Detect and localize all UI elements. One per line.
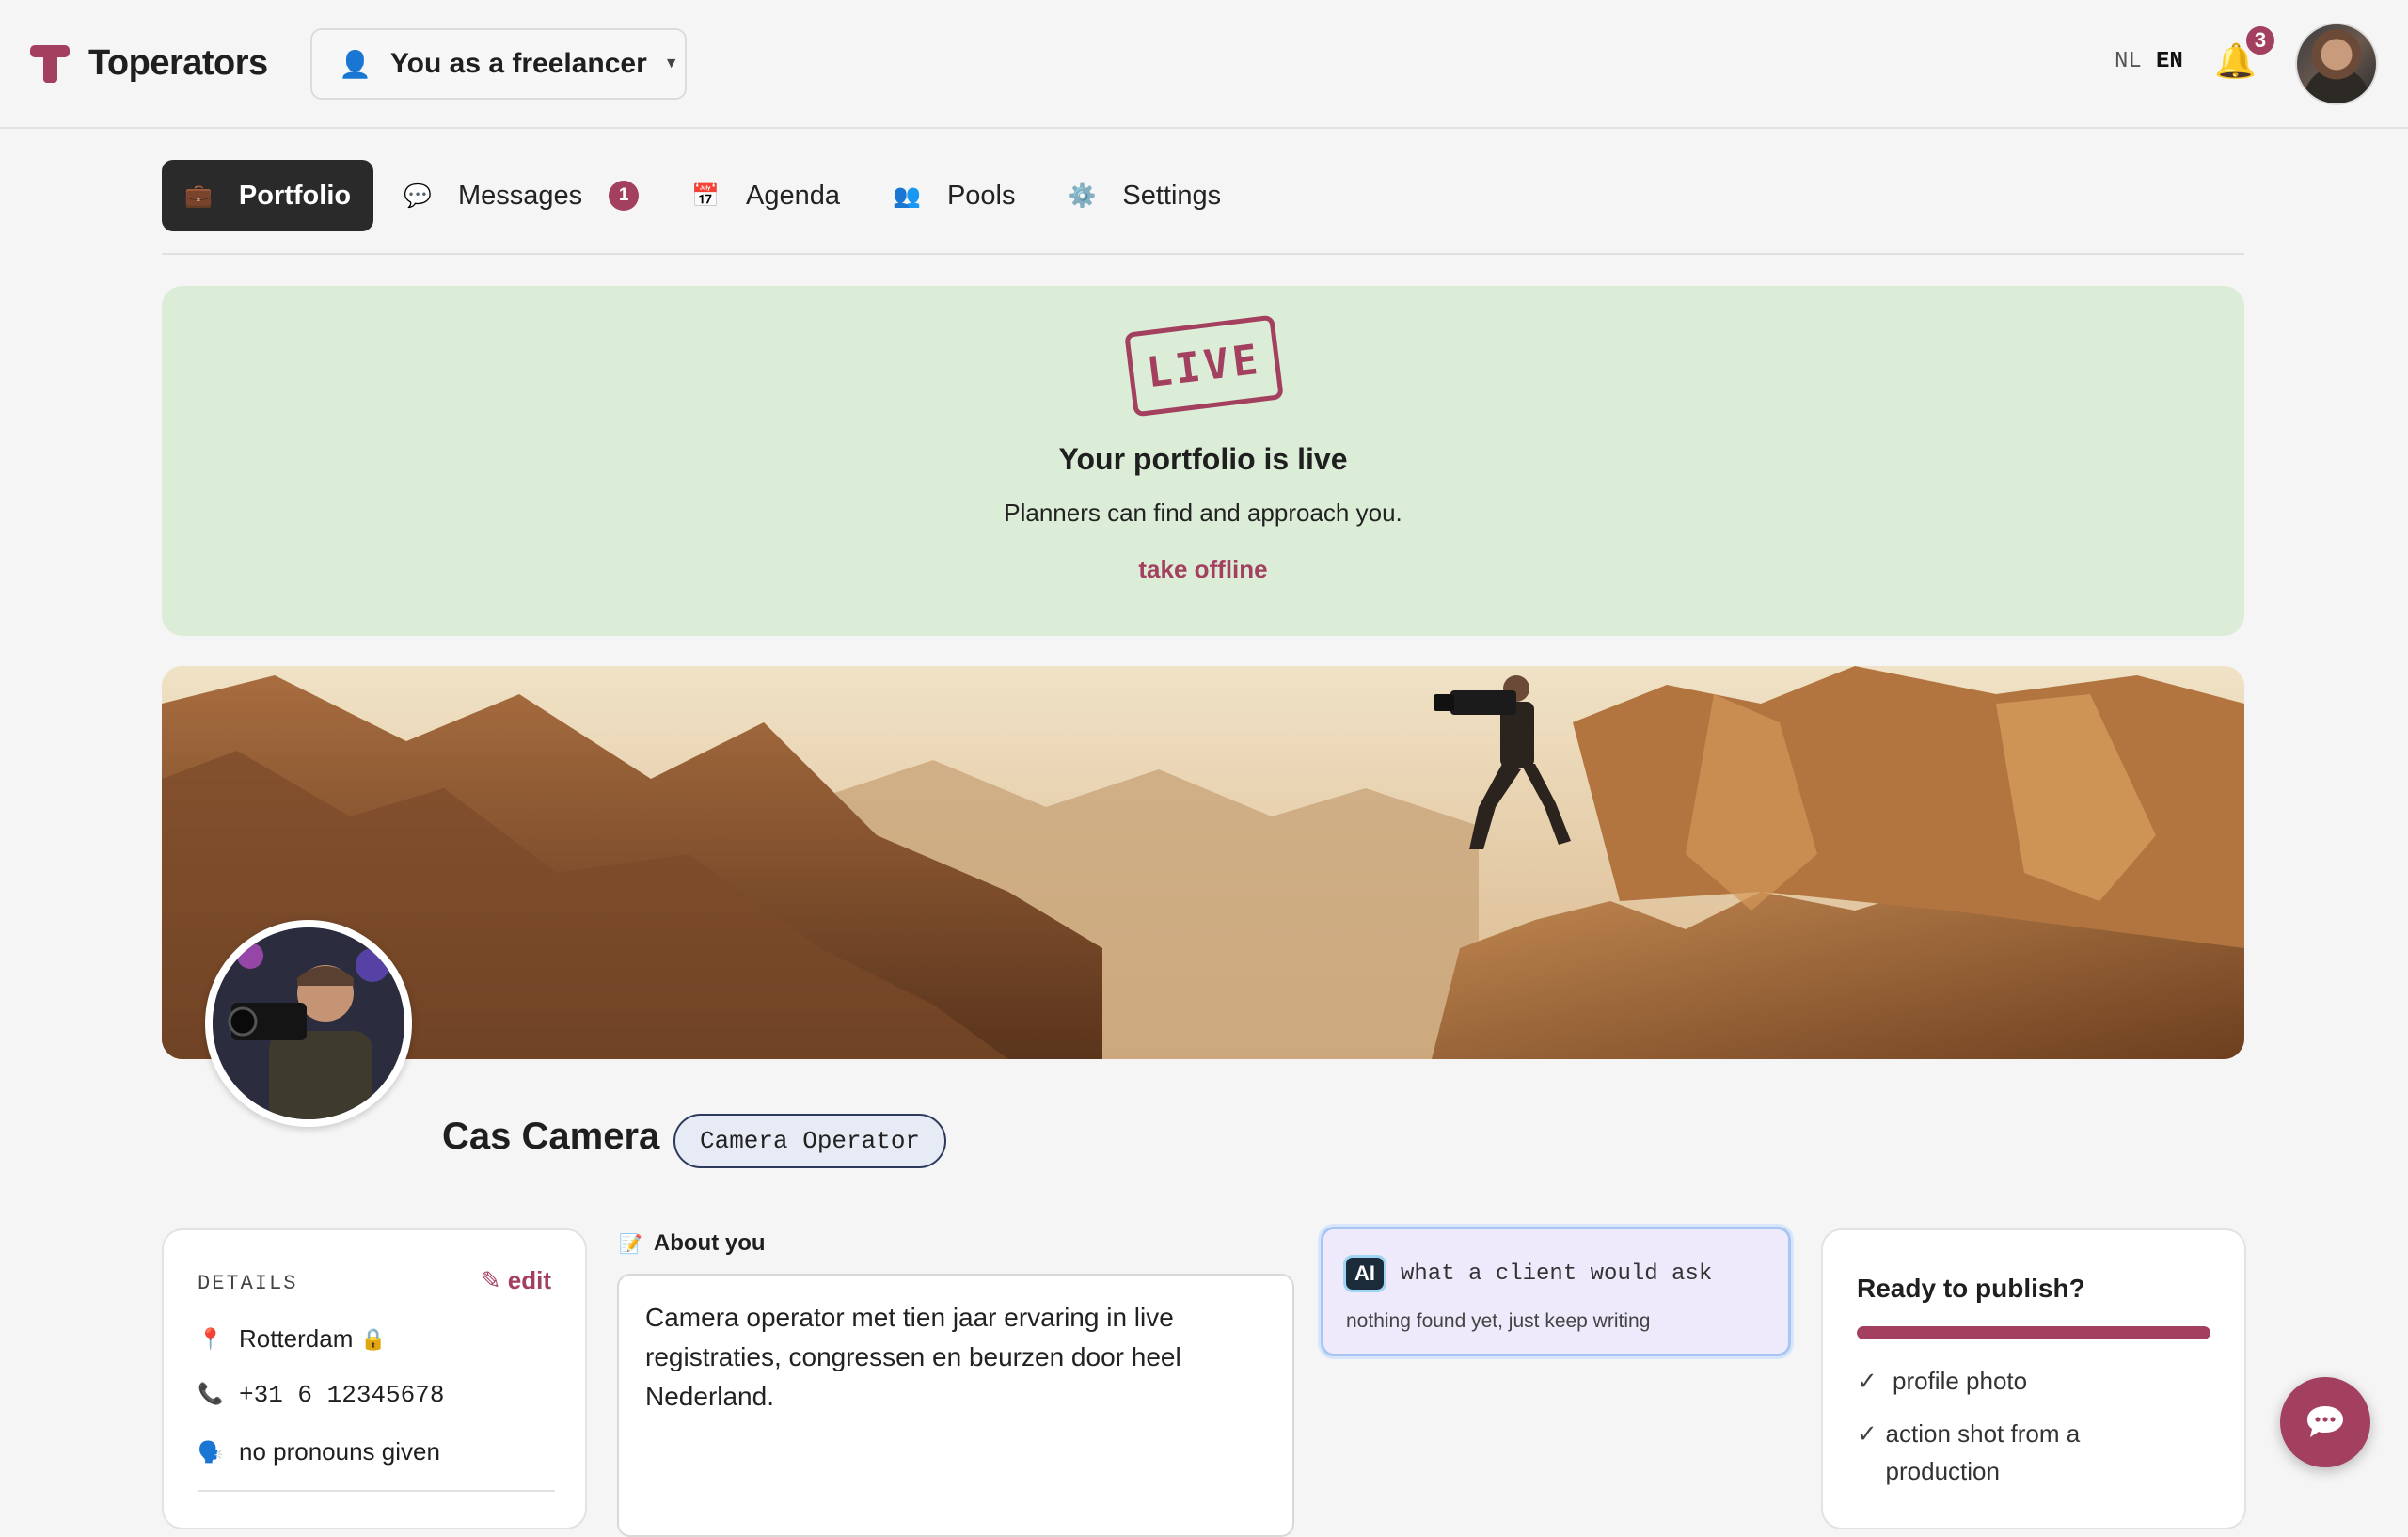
location-row: 📍 Rotterdam 🔒 — [198, 1324, 387, 1354]
profile-name: Cas Camera — [442, 1116, 660, 1157]
ai-subtitle: nothing found yet, just keep writing — [1346, 1310, 1651, 1332]
live-subtitle: Planners can find and approach you. — [1004, 499, 1402, 527]
logo[interactable]: Toperators — [30, 41, 268, 85]
live-stamp: LIVE — [1124, 314, 1284, 418]
phone-icon: 📞 — [198, 1384, 224, 1407]
publish-progress-bar — [1857, 1326, 2210, 1339]
top-bar: Toperators 👤 You as a freelancer ▼ NL EN… — [0, 0, 2408, 129]
app-name: Toperators — [88, 42, 268, 83]
tab-label: Settings — [1122, 180, 1222, 211]
details-card: DETAILS ✎ edit 📍 Rotterdam 🔒 📞 +31 6 123… — [162, 1228, 587, 1529]
role-badge[interactable]: Camera Operator — [673, 1114, 947, 1168]
tab-pools[interactable]: 👥 Pools — [870, 160, 1038, 231]
details-heading: DETAILS — [198, 1272, 298, 1295]
gear-icon: ⚙️ — [1068, 182, 1097, 209]
people-icon: 👥 — [893, 182, 921, 209]
publish-title: Ready to publish? — [1857, 1274, 2085, 1303]
chevron-down-icon: ▼ — [663, 55, 679, 71]
edit-details-button[interactable]: ✎ edit — [481, 1266, 551, 1295]
pronouns-row: 🗣️ no pronouns given — [198, 1437, 440, 1466]
tab-label: Messages — [457, 180, 583, 211]
ai-title: what a client would ask — [1401, 1261, 1713, 1287]
ai-suggestion-card[interactable]: AI what a client would ask nothing found… — [1321, 1227, 1791, 1356]
live-status-card: LIVE Your portfolio is live Planners can… — [162, 286, 2244, 636]
about-label: 📝 About you — [619, 1230, 766, 1257]
speech-bubble-icon: 💬 — [404, 182, 432, 209]
chat-icon — [2307, 1406, 2343, 1437]
chat-button[interactable] — [2280, 1377, 2370, 1467]
live-title: Your portfolio is live — [1058, 442, 1348, 476]
main-tabs: 💼 Portfolio 💬 Messages 1 📅 Agenda 👥 Pool… — [162, 160, 1251, 231]
speaking-head-icon: 🗣️ — [198, 1439, 224, 1464]
phone-value: +31 6 12345678 — [239, 1381, 445, 1409]
publish-progress-fill — [1857, 1326, 2210, 1339]
about-label-text: About you — [653, 1230, 766, 1256]
tab-settings[interactable]: ⚙️ Settings — [1045, 160, 1244, 231]
pin-icon: 📍 — [198, 1326, 224, 1351]
person-icon: 👤 — [339, 49, 372, 79]
tab-messages[interactable]: 💬 Messages 1 — [381, 160, 661, 231]
tab-agenda[interactable]: 📅 Agenda — [669, 160, 863, 231]
cover-illustration — [162, 666, 2244, 1059]
tab-label: Portfolio — [238, 180, 352, 211]
memo-icon: 📝 — [619, 1233, 642, 1255]
pronouns-value: no pronouns given — [239, 1437, 440, 1466]
messages-count-badge: 1 — [609, 181, 640, 211]
ai-icon: AI — [1346, 1258, 1384, 1290]
tab-label: Agenda — [746, 180, 841, 211]
notification-count-badge: 3 — [2244, 24, 2276, 56]
calendar-icon: 📅 — [691, 182, 721, 209]
logo-mark — [30, 41, 70, 85]
checklist-item-label: action shot from a production — [1885, 1419, 2081, 1485]
tab-label: Pools — [946, 180, 1016, 211]
role-switch-dropdown[interactable]: 👤 You as a freelancer ▼ — [310, 28, 687, 100]
phone-row: 📞 +31 6 12345678 — [198, 1381, 444, 1409]
tab-portfolio[interactable]: 💼 Portfolio — [162, 160, 374, 231]
cover-photo[interactable] — [162, 666, 2244, 1059]
about-textarea[interactable]: Camera operator met tien jaar ervaring i… — [617, 1274, 1294, 1537]
check-icon: ✓ — [1857, 1419, 1877, 1448]
checklist-item-label: profile photo — [1893, 1367, 2028, 1395]
profile-photo[interactable] — [205, 920, 412, 1127]
lock-icon: 🔒 — [360, 1326, 387, 1351]
briefcase-icon: 💼 — [184, 182, 213, 209]
location-value: Rotterdam — [239, 1324, 354, 1353]
take-offline-button[interactable]: take offline — [1138, 555, 1267, 583]
tabs-divider — [162, 253, 2244, 255]
details-divider — [198, 1490, 555, 1492]
role-switch-label: You as a freelancer — [389, 48, 647, 79]
profile-photo-illustration — [213, 927, 404, 1119]
checklist-item: ✓ profile photo — [1857, 1362, 2027, 1400]
publish-checklist-card: Ready to publish? ✓ profile photo ✓ acti… — [1821, 1228, 2246, 1529]
checklist-item: ✓ action shot from a production — [1857, 1415, 2139, 1490]
user-avatar[interactable] — [2295, 23, 2378, 105]
language-nl[interactable]: NL — [2115, 49, 2142, 74]
take-offline-link: take offline — [162, 555, 2244, 584]
language-en[interactable]: EN — [2156, 49, 2183, 74]
check-icon: ✓ — [1857, 1367, 1877, 1395]
